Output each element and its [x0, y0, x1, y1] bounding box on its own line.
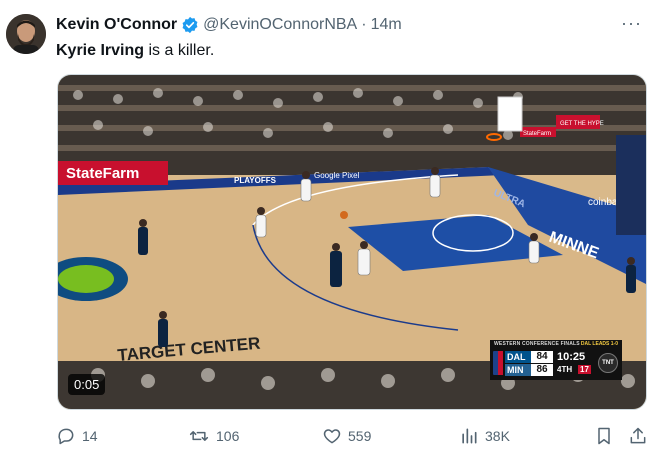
- tweet-actions: 14 106 559 38K: [54, 426, 650, 448]
- tnt-logo: TNT: [598, 353, 618, 373]
- reply-icon: [58, 428, 74, 445]
- scorebug-row-team2: MIN 86: [505, 364, 553, 376]
- like-count: 559: [348, 428, 372, 444]
- avatar-image: [6, 14, 46, 54]
- retweet-count: 106: [216, 428, 240, 444]
- more-options-icon[interactable]: ···: [621, 14, 642, 32]
- scorebug-title: WESTERN CONFERENCE FINALS: [494, 341, 580, 347]
- scorebug-series: DAL LEADS 1-0: [580, 341, 618, 347]
- author-name[interactable]: Kevin O'Connor: [56, 16, 177, 34]
- verified-badge-icon: [182, 16, 198, 34]
- share-button[interactable]: [628, 426, 654, 446]
- video-timestamp: 0:05: [68, 374, 106, 395]
- tweet-text-rest: is a killer.: [144, 42, 215, 59]
- statefarm-ad: StateFarm: [66, 165, 139, 182]
- game-clock: 10:25: [557, 351, 586, 363]
- shot-clock: 17: [578, 365, 591, 374]
- game-quarter: 4TH: [557, 365, 573, 374]
- views-icon: [462, 428, 477, 444]
- team2-abbr: MIN: [505, 364, 531, 376]
- views-button[interactable]: 38K: [459, 426, 510, 446]
- avatar[interactable]: [6, 14, 46, 54]
- team1-score: 84: [531, 351, 553, 363]
- tweet-header: Kevin O'Connor @KevinOConnorNBA · 14m: [56, 14, 402, 36]
- team1-abbr: DAL: [505, 351, 531, 363]
- retweet-button[interactable]: 106: [188, 426, 239, 446]
- like-button[interactable]: 559: [322, 426, 371, 446]
- tweet-text-bold: Kyrie Irving: [56, 42, 145, 59]
- scorebug-row-team1: DAL 84: [505, 351, 553, 363]
- statefarm-small-ad: StateFarm: [523, 131, 551, 137]
- retweet-icon: [189, 431, 209, 441]
- bookmark-icon: [598, 427, 610, 445]
- google-pixel-ad: Google Pixel: [314, 171, 360, 180]
- reply-button[interactable]: 14: [56, 426, 98, 446]
- views-count: 38K: [485, 428, 510, 444]
- playoffs-ad: PLAYOFFS: [234, 176, 277, 185]
- reply-count: 14: [82, 428, 98, 444]
- nba-logo-icon: [493, 351, 503, 375]
- author-handle[interactable]: @KevinOConnorNBA: [203, 16, 357, 34]
- get-the-hype-ad: GET THE HYPE: [560, 121, 604, 127]
- team2-score: 86: [531, 364, 553, 376]
- tweet-text: Kyrie Irving is a killer.: [56, 40, 214, 62]
- tweet-timestamp[interactable]: 14m: [371, 16, 402, 34]
- separator-dot: ·: [361, 16, 367, 33]
- scorebug: WESTERN CONFERENCE FINALS DAL LEADS 1-0 …: [490, 340, 622, 380]
- share-icon: [630, 427, 646, 444]
- like-icon: [323, 429, 341, 444]
- bookmark-button[interactable]: [594, 426, 620, 446]
- video-player[interactable]: StateFarm PLAYOFFS Google Pixel MINNE UL…: [57, 74, 647, 410]
